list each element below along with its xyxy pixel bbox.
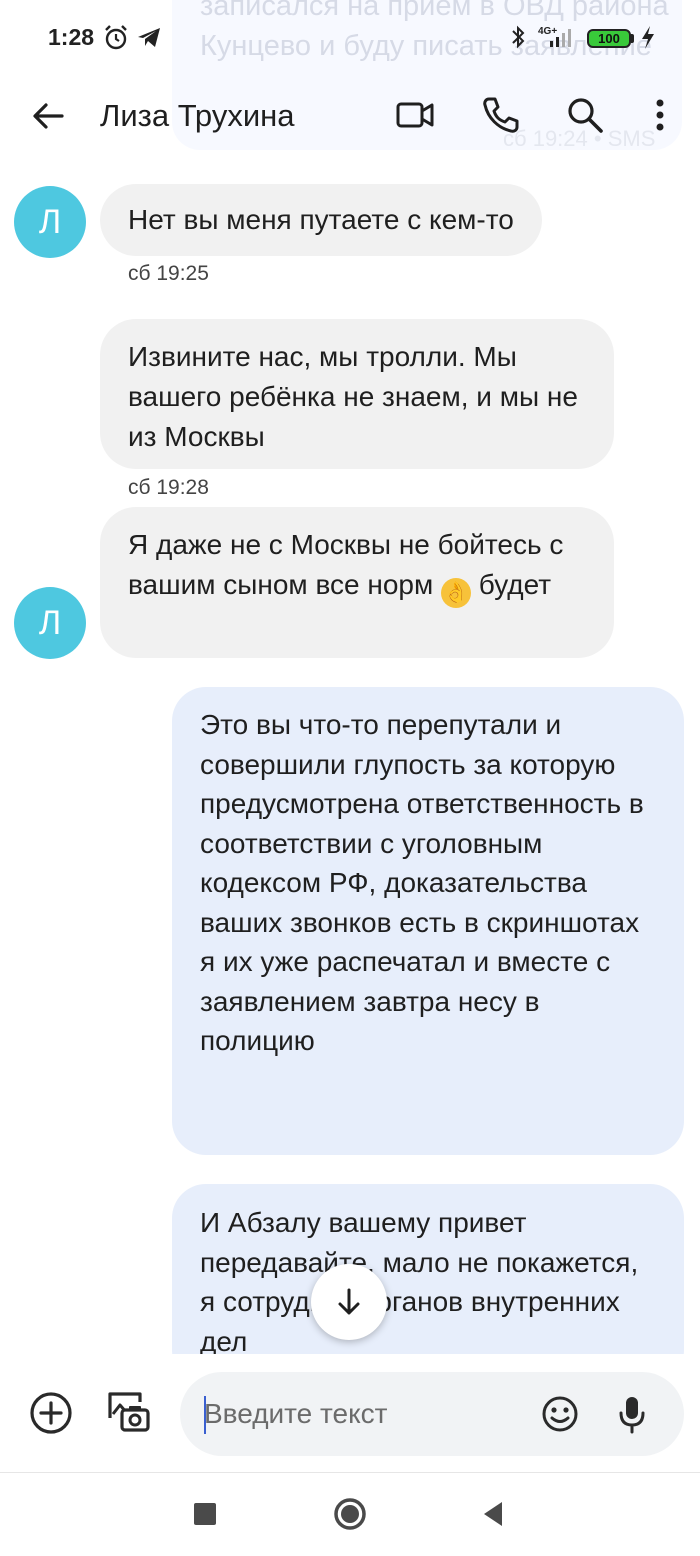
scroll-down-icon bbox=[338, 1288, 360, 1315]
nav-recents-icon[interactable] bbox=[190, 1494, 220, 1534]
charging-icon bbox=[642, 26, 654, 49]
contact-name[interactable]: Лиза Трухина bbox=[100, 98, 295, 134]
alarm-icon bbox=[105, 25, 127, 50]
battery-tip bbox=[631, 34, 634, 43]
status-time: 1:28 bbox=[48, 24, 95, 50]
message-text-end: будет bbox=[478, 569, 552, 600]
incoming-message[interactable]: Нет вы меня путаете с кем-то bbox=[100, 184, 542, 256]
back-arrow-icon[interactable] bbox=[28, 98, 68, 134]
add-icon[interactable] bbox=[28, 1390, 74, 1436]
message-timestamp: сб 19:25 bbox=[128, 262, 209, 285]
nav-divider bbox=[0, 1472, 700, 1473]
phone-icon[interactable] bbox=[480, 94, 520, 136]
compose-box bbox=[180, 1372, 684, 1456]
scroll-to-bottom-button[interactable] bbox=[311, 1264, 387, 1340]
app-bar: Лиза Трухина bbox=[0, 84, 700, 148]
video-call-icon[interactable] bbox=[394, 94, 436, 136]
incoming-message[interactable]: Я даже не с Москвы не бойтесь с вашим сы… bbox=[100, 507, 614, 658]
telegram-icon bbox=[138, 28, 160, 47]
message-timestamp: сб 19:28 bbox=[128, 476, 209, 499]
mic-icon[interactable] bbox=[616, 1392, 648, 1436]
bluetooth-icon bbox=[512, 25, 525, 49]
text-cursor bbox=[204, 1396, 206, 1434]
contact-avatar[interactable]: Л bbox=[14, 186, 86, 258]
more-vert-icon[interactable] bbox=[648, 94, 672, 136]
status-bar: 1:28 4G+ 100 bbox=[0, 0, 700, 76]
nav-home-icon[interactable] bbox=[330, 1494, 370, 1534]
incoming-message[interactable]: Извините нас, мы тролли. Мы вашего ребён… bbox=[100, 319, 614, 469]
message-input[interactable] bbox=[204, 1394, 524, 1434]
outgoing-message[interactable]: Это вы что-то перепутали и совершили глу… bbox=[172, 687, 684, 1155]
emoji-icon[interactable] bbox=[540, 1392, 580, 1436]
contact-avatar[interactable]: Л bbox=[14, 587, 86, 659]
battery-icon: 100 bbox=[587, 29, 631, 48]
ok-hand-emoji: 👌 bbox=[441, 578, 472, 608]
gallery-icon[interactable] bbox=[104, 1388, 152, 1436]
nav-back-icon[interactable] bbox=[478, 1494, 508, 1534]
search-icon[interactable] bbox=[564, 94, 606, 136]
signal-icon bbox=[550, 29, 571, 47]
